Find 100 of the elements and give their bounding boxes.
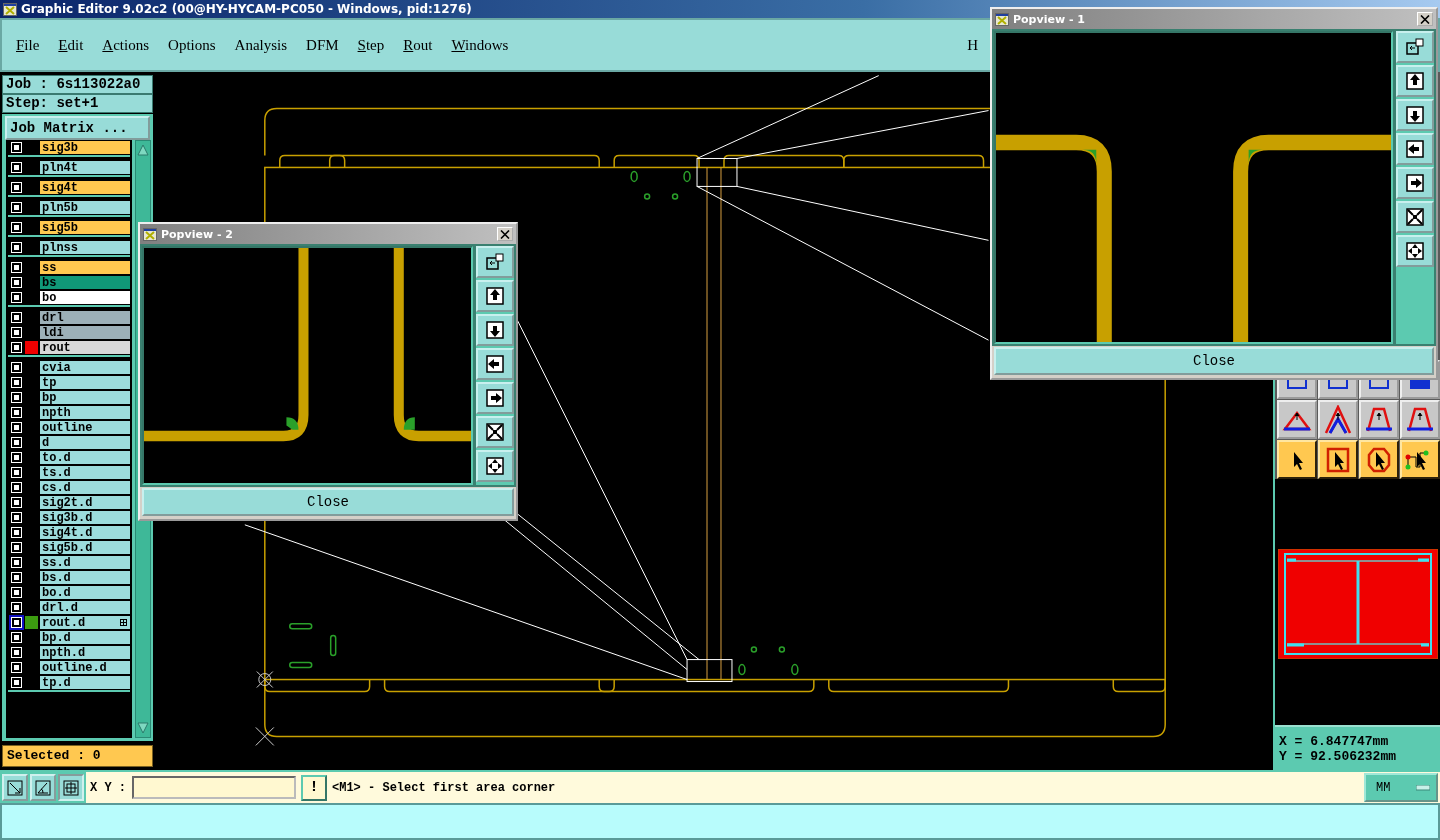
- zoom-window-icon[interactable]: [485, 252, 505, 272]
- layer-name[interactable]: outline.d: [40, 661, 130, 674]
- zoom-diagonal-button[interactable]: [2, 774, 28, 801]
- layer-checkbox[interactable]: [10, 646, 23, 659]
- layer-checkbox[interactable]: [10, 376, 23, 389]
- layer-checkbox[interactable]: [10, 496, 23, 509]
- layer-row[interactable]: bo: [8, 290, 130, 305]
- layer-name[interactable]: pln4t: [40, 161, 130, 174]
- layer-name[interactable]: outline: [40, 421, 130, 434]
- layer-checkbox[interactable]: [10, 391, 23, 404]
- layer-name[interactable]: pln5b: [40, 201, 130, 214]
- layer-name[interactable]: npth: [40, 406, 130, 419]
- layer-checkbox[interactable]: [10, 586, 23, 599]
- layer-name[interactable]: plnss: [40, 241, 130, 254]
- grid-snap-button[interactable]: [58, 774, 84, 801]
- layer-checkbox[interactable]: [10, 201, 23, 214]
- layer-row[interactable]: cvia: [8, 360, 130, 375]
- view-tool-button[interactable]: [1396, 167, 1434, 199]
- layer-name[interactable]: sig4t: [40, 181, 130, 194]
- close-button[interactable]: Close: [994, 347, 1434, 375]
- layer-row[interactable]: rout: [8, 340, 130, 355]
- layer-checkbox[interactable]: [10, 466, 23, 479]
- layer-name[interactable]: sig3b: [40, 141, 130, 154]
- layer-row[interactable]: tp.d: [8, 675, 130, 690]
- layer-checkbox[interactable]: [10, 616, 23, 629]
- layer-name[interactable]: sig3b.d: [40, 511, 130, 524]
- fit-view-icon[interactable]: [1405, 207, 1425, 227]
- close-button[interactable]: Close: [142, 488, 514, 516]
- arrow-up-icon[interactable]: [1405, 71, 1425, 91]
- layer-row[interactable]: bp: [8, 390, 130, 405]
- grid-icon[interactable]: [63, 779, 79, 796]
- layer-row[interactable]: ldi: [8, 325, 130, 340]
- alert-button[interactable]: !: [301, 774, 327, 801]
- layer-name[interactable]: bo: [40, 291, 130, 304]
- layer-row[interactable]: bs.d: [8, 570, 130, 585]
- layer-checkbox[interactable]: [10, 511, 23, 524]
- view-tool-button[interactable]: [476, 416, 514, 448]
- layer-row[interactable]: outline: [8, 420, 130, 435]
- layer-row[interactable]: bp.d: [8, 630, 130, 645]
- layer-name[interactable]: sig5b: [40, 221, 130, 234]
- layer-checkbox[interactable]: [10, 436, 23, 449]
- layer-checkbox[interactable]: [10, 541, 23, 554]
- layer-row[interactable]: sig5b: [8, 220, 130, 235]
- layer-row[interactable]: sig4t: [8, 180, 130, 195]
- arrow-left-icon[interactable]: [1405, 139, 1425, 159]
- fit-view-icon[interactable]: [485, 422, 505, 442]
- layer-row[interactable]: sig5b.d: [8, 540, 130, 555]
- arrow-down-icon[interactable]: [1405, 105, 1425, 125]
- layer-name[interactable]: cvia: [40, 361, 130, 374]
- layer-checkbox[interactable]: [10, 361, 23, 374]
- layer-row[interactable]: sig4t.d: [8, 525, 130, 540]
- layer-checkbox[interactable]: [10, 221, 23, 234]
- layer-row[interactable]: d: [8, 435, 130, 450]
- view-tool-button[interactable]: [476, 348, 514, 380]
- arrow-right-icon[interactable]: [1405, 173, 1425, 193]
- layer-checkbox[interactable]: [10, 481, 23, 494]
- menu-item[interactable]: Analysis: [234, 36, 288, 54]
- layer-row[interactable]: sig2t.d: [8, 495, 130, 510]
- zoom-window-icon[interactable]: [1405, 37, 1425, 57]
- expand-icon[interactable]: [120, 619, 127, 626]
- layer-row[interactable]: plnss: [8, 240, 130, 255]
- layer-checkbox[interactable]: [10, 676, 23, 689]
- layer-row[interactable]: ss: [8, 260, 130, 275]
- layer-checkbox[interactable]: [10, 556, 23, 569]
- layer-checkbox[interactable]: [10, 661, 23, 674]
- layer-name[interactable]: sig4t.d: [40, 526, 130, 539]
- layer-name[interactable]: npth.d: [40, 646, 130, 659]
- job-matrix-button[interactable]: Job Matrix ...: [5, 116, 150, 140]
- arrow-right-icon[interactable]: [485, 388, 505, 408]
- layer-row[interactable]: bo.d: [8, 585, 130, 600]
- close-icon[interactable]: [1417, 12, 1433, 26]
- layer-checkbox[interactable]: [10, 311, 23, 324]
- layer-checkbox[interactable]: [10, 141, 23, 154]
- layer-name[interactable]: bo.d: [40, 586, 130, 599]
- pan-icon[interactable]: [1405, 241, 1425, 261]
- layer-row[interactable]: tp: [8, 375, 130, 390]
- layer-name[interactable]: rout: [40, 341, 130, 354]
- layer-row[interactable]: cs.d: [8, 480, 130, 495]
- menu-item[interactable]: Windows: [451, 36, 509, 54]
- layer-name[interactable]: bp: [40, 391, 130, 404]
- layer-name[interactable]: ldi: [40, 326, 130, 339]
- layer-checkbox[interactable]: [10, 291, 23, 304]
- menu-item[interactable]: Edit: [58, 36, 84, 54]
- menu-item[interactable]: File: [16, 36, 40, 54]
- layer-row[interactable]: npth.d: [8, 645, 130, 660]
- pan-icon[interactable]: [485, 456, 505, 476]
- view-tool-button[interactable]: [476, 280, 514, 312]
- layer-name[interactable]: cs.d: [40, 481, 130, 494]
- scroll-down-icon[interactable]: [137, 722, 149, 734]
- view-tool-button[interactable]: [1396, 99, 1434, 131]
- layer-name[interactable]: sig5b.d: [40, 541, 130, 554]
- layer-name[interactable]: tp.d: [40, 676, 130, 689]
- layer-checkbox[interactable]: [10, 161, 23, 174]
- layer-name[interactable]: ss.d: [40, 556, 130, 569]
- layer-row[interactable]: drl.d: [8, 600, 130, 615]
- layer-row[interactable]: bs: [8, 275, 130, 290]
- units-dropdown[interactable]: MM: [1364, 773, 1438, 802]
- layer-row[interactable]: sig3b: [8, 140, 130, 155]
- layer-row[interactable]: pln4t: [8, 160, 130, 175]
- view-tool-button[interactable]: [1396, 235, 1434, 267]
